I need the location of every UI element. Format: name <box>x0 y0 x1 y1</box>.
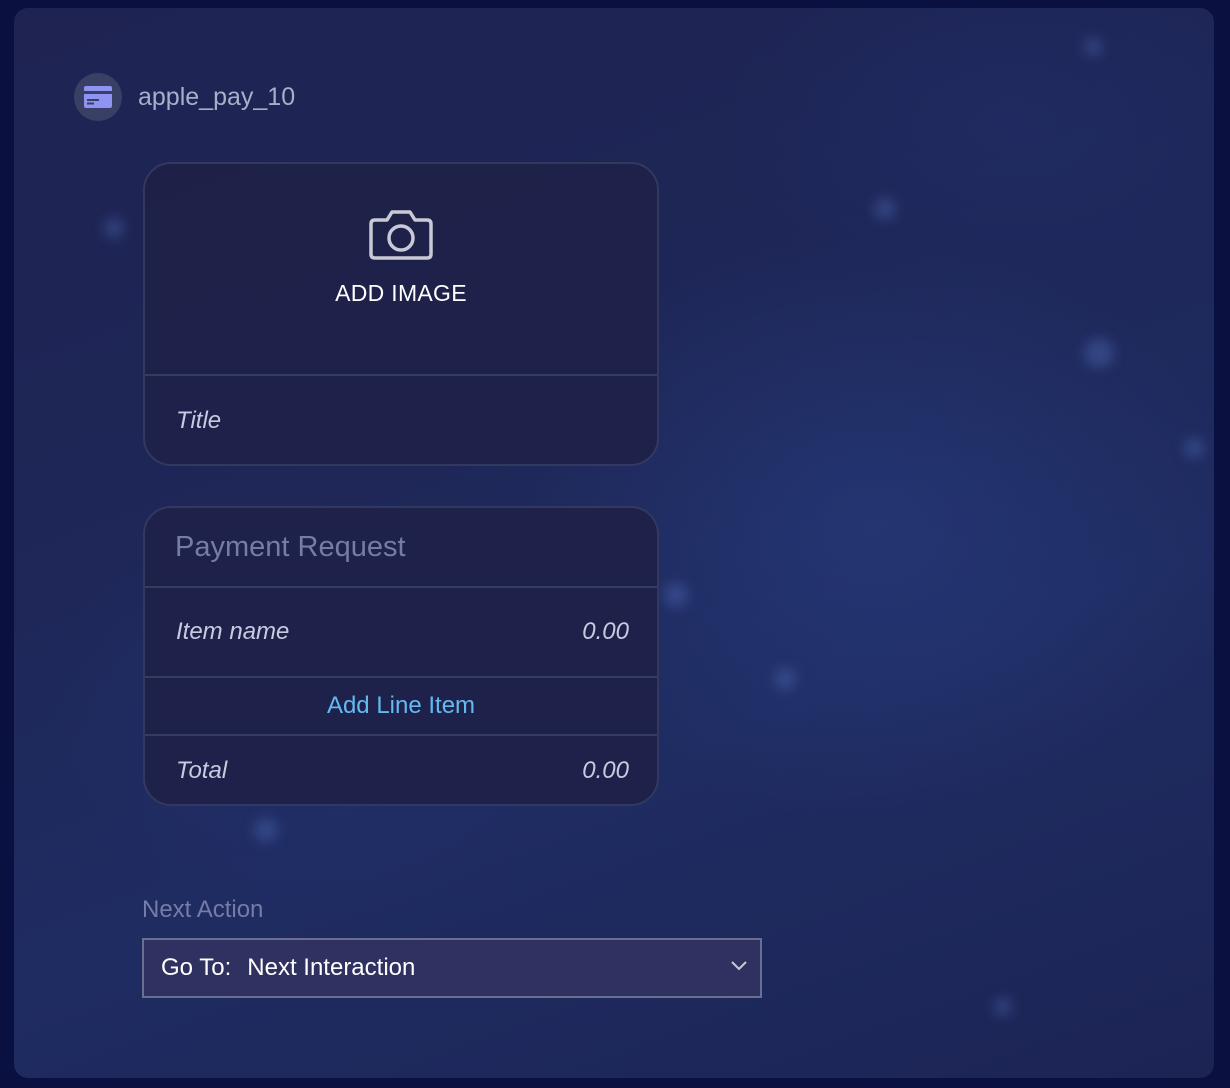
next-action-prefix: Go To: <box>161 954 232 981</box>
next-action-label: Next Action <box>142 896 264 923</box>
bokeh-dot <box>774 668 796 690</box>
bokeh-dot <box>874 198 896 220</box>
line-item-row: Item name 0.00 <box>145 588 657 678</box>
credit-card-icon <box>84 86 112 108</box>
node-title: apple_pay_10 <box>138 82 296 111</box>
bokeh-dot <box>104 218 124 238</box>
bokeh-dot <box>1184 438 1204 458</box>
total-row: Total 0.00 <box>145 736 657 804</box>
next-action-select[interactable]: Go To: Next Interaction <box>142 938 762 998</box>
payment-request-card: Payment Request Item name 0.00 Add Line … <box>143 506 659 806</box>
total-amount: 0.00 <box>582 757 629 784</box>
page-background: apple_pay_10 ADD IMAGE Title Payment Req… <box>0 0 1230 1088</box>
node-avatar <box>74 73 122 121</box>
total-label: Total <box>176 757 228 784</box>
image-card: ADD IMAGE Title <box>143 162 659 466</box>
title-field[interactable]: Title <box>145 376 657 464</box>
payment-request-header[interactable]: Payment Request <box>145 508 657 588</box>
line-item-name-field[interactable]: Item name <box>176 618 289 646</box>
editor-panel: apple_pay_10 ADD IMAGE Title Payment Req… <box>14 8 1214 1078</box>
add-line-item-button[interactable]: Add Line Item <box>145 678 657 736</box>
bokeh-dot <box>1084 338 1114 368</box>
line-item-amount-field[interactable]: 0.00 <box>582 618 629 646</box>
node-header: apple_pay_10 <box>74 73 295 121</box>
bokeh-dot <box>1084 38 1102 56</box>
bokeh-dot <box>254 818 278 842</box>
chevron-down-icon <box>731 961 747 971</box>
next-action-value: Next Interaction <box>247 954 416 981</box>
add-image-button[interactable]: ADD IMAGE <box>145 164 657 376</box>
camera-icon <box>369 210 433 260</box>
bokeh-dot <box>994 998 1012 1016</box>
add-image-label: ADD IMAGE <box>335 280 467 306</box>
bokeh-dot <box>664 583 688 607</box>
